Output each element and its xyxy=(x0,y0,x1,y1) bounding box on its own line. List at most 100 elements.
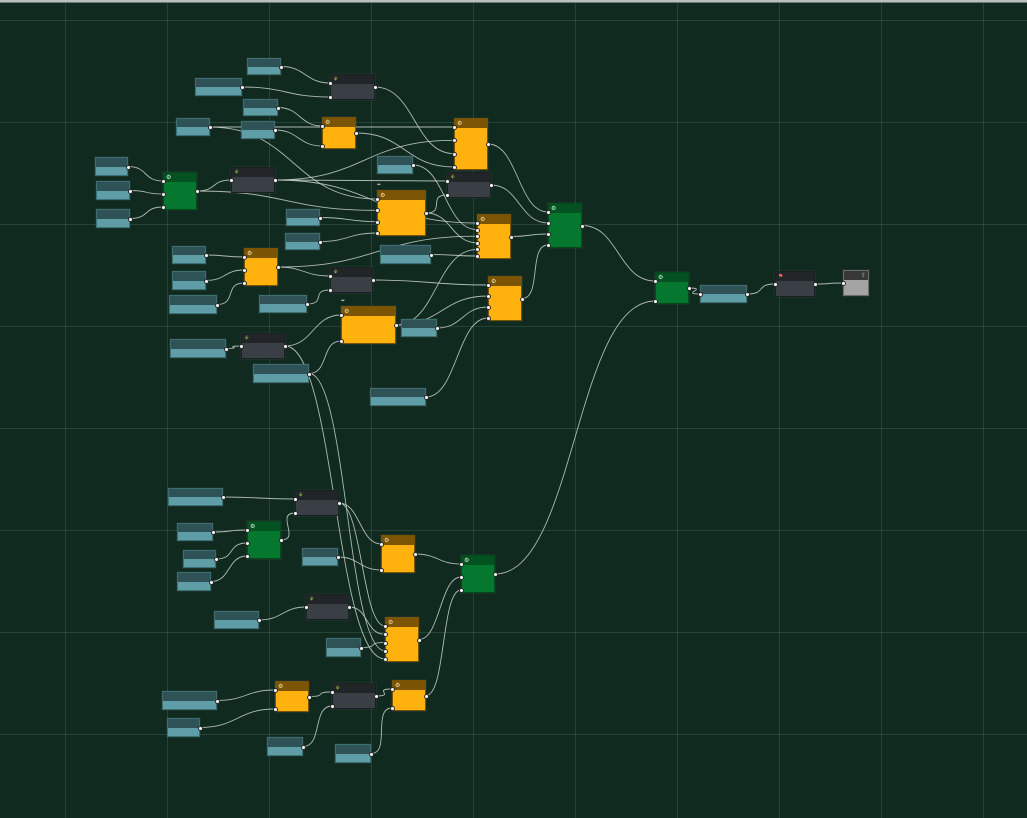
node-graph-canvas[interactable] xyxy=(0,0,1027,818)
input-port[interactable] xyxy=(161,205,166,210)
input-node-i22[interactable] xyxy=(168,488,223,506)
input-port[interactable] xyxy=(379,568,384,573)
input-port[interactable] xyxy=(273,688,278,693)
input-node-i16[interactable] xyxy=(170,339,226,358)
output-port[interactable] xyxy=(224,346,229,352)
input-port[interactable] xyxy=(475,227,480,233)
input-node-i25[interactable] xyxy=(177,572,211,591)
node-header[interactable] xyxy=(254,365,308,374)
input-node-i10[interactable] xyxy=(285,233,320,250)
input-port[interactable] xyxy=(475,221,480,226)
input-port[interactable] xyxy=(486,283,491,288)
cmp-node-c8[interactable]: ⚘ xyxy=(332,683,376,709)
cmp-node-c1[interactable]: ⚘ xyxy=(330,74,375,100)
output-port[interactable] xyxy=(354,131,359,136)
input-port[interactable] xyxy=(339,339,344,344)
input-port[interactable] xyxy=(242,281,247,286)
node-header[interactable] xyxy=(242,122,274,130)
input-port[interactable] xyxy=(375,231,380,236)
grp-node-g3[interactable]: ⚙ xyxy=(655,272,689,304)
input-port[interactable] xyxy=(161,179,166,184)
output-port[interactable] xyxy=(214,557,219,562)
output-port[interactable] xyxy=(318,215,323,221)
input-port[interactable] xyxy=(390,706,395,711)
output-port[interactable] xyxy=(276,105,281,111)
output-port[interactable] xyxy=(307,694,312,700)
input-port[interactable] xyxy=(293,511,298,516)
input-port[interactable] xyxy=(245,554,250,559)
output-port[interactable] xyxy=(305,302,310,307)
cmp-node-c3[interactable]: ⚘ xyxy=(447,172,491,198)
output-port[interactable] xyxy=(198,725,203,731)
output-port[interactable] xyxy=(371,278,376,283)
node-header[interactable] xyxy=(287,210,319,218)
input-port[interactable] xyxy=(698,292,703,297)
input-node-i23[interactable] xyxy=(177,523,213,541)
output-port[interactable] xyxy=(745,292,750,297)
node-header[interactable] xyxy=(169,489,222,497)
node-header[interactable] xyxy=(381,246,430,255)
input-node-i28[interactable] xyxy=(326,638,361,657)
node-header[interactable] xyxy=(327,639,360,648)
input-port[interactable] xyxy=(486,305,491,310)
input-port[interactable] xyxy=(452,151,457,157)
input-port[interactable] xyxy=(328,95,333,100)
output-port[interactable] xyxy=(318,239,323,245)
node-header[interactable] xyxy=(260,296,306,304)
input-node-i30[interactable] xyxy=(167,718,200,737)
input-port[interactable] xyxy=(229,178,234,183)
output-port[interactable] xyxy=(128,216,133,222)
input-port[interactable] xyxy=(486,316,491,321)
input-port[interactable] xyxy=(383,624,388,629)
node-header[interactable] xyxy=(178,524,212,532)
input-port[interactable] xyxy=(328,274,333,279)
output-port[interactable] xyxy=(301,744,306,750)
output-port[interactable] xyxy=(347,605,352,610)
output-port[interactable] xyxy=(509,234,514,240)
output-port[interactable] xyxy=(283,344,288,349)
output-port[interactable] xyxy=(394,323,399,328)
output-port[interactable] xyxy=(424,693,429,699)
input-port[interactable] xyxy=(320,144,325,149)
input-node-i7[interactable] xyxy=(96,181,130,200)
op-node-o1[interactable]: ⚙ xyxy=(322,117,356,149)
out-node-out1[interactable]: ⇧ xyxy=(843,270,869,296)
input-node-i8[interactable] xyxy=(96,209,130,228)
input-port[interactable] xyxy=(773,282,778,287)
input-port[interactable] xyxy=(383,640,388,646)
node-header[interactable] xyxy=(171,340,225,349)
input-node-i31[interactable] xyxy=(267,737,303,756)
input-node-i15[interactable] xyxy=(259,295,307,313)
node-header[interactable] xyxy=(215,612,258,620)
node-header[interactable] xyxy=(701,286,746,294)
input-port[interactable] xyxy=(304,605,309,610)
input-node-i24[interactable] xyxy=(183,550,216,568)
input-node-i29[interactable] xyxy=(162,691,217,710)
input-port[interactable] xyxy=(486,294,491,299)
input-port[interactable] xyxy=(546,243,551,248)
node-header[interactable] xyxy=(248,59,280,67)
output-port[interactable] xyxy=(273,128,278,133)
input-port[interactable] xyxy=(841,281,846,286)
cmp-node-c5[interactable]: ⚘ xyxy=(241,333,285,359)
output-port[interactable] xyxy=(435,326,440,331)
node-header[interactable] xyxy=(168,719,199,728)
cmp-node-c2[interactable]: ⚘ xyxy=(231,167,275,193)
input-node-i14[interactable] xyxy=(169,295,217,314)
op-node-o9[interactable]: ⚙ xyxy=(385,617,419,662)
node-header[interactable] xyxy=(173,247,205,255)
input-node-i20[interactable] xyxy=(380,245,431,264)
input-port[interactable] xyxy=(242,255,247,260)
output-port[interactable] xyxy=(240,85,245,90)
output-port[interactable] xyxy=(337,501,342,506)
op-node-o8[interactable]: ⚙ xyxy=(381,535,415,573)
grp-node-g1[interactable]: ⚙ xyxy=(163,172,197,210)
input-node-i18[interactable] xyxy=(401,319,437,337)
output-port[interactable] xyxy=(373,85,378,90)
input-node-i19[interactable] xyxy=(370,388,426,406)
output-port[interactable] xyxy=(211,530,216,535)
input-port[interactable] xyxy=(445,179,450,184)
input-port[interactable] xyxy=(161,192,166,197)
output-port[interactable] xyxy=(493,572,498,577)
output-port[interactable] xyxy=(429,252,434,258)
